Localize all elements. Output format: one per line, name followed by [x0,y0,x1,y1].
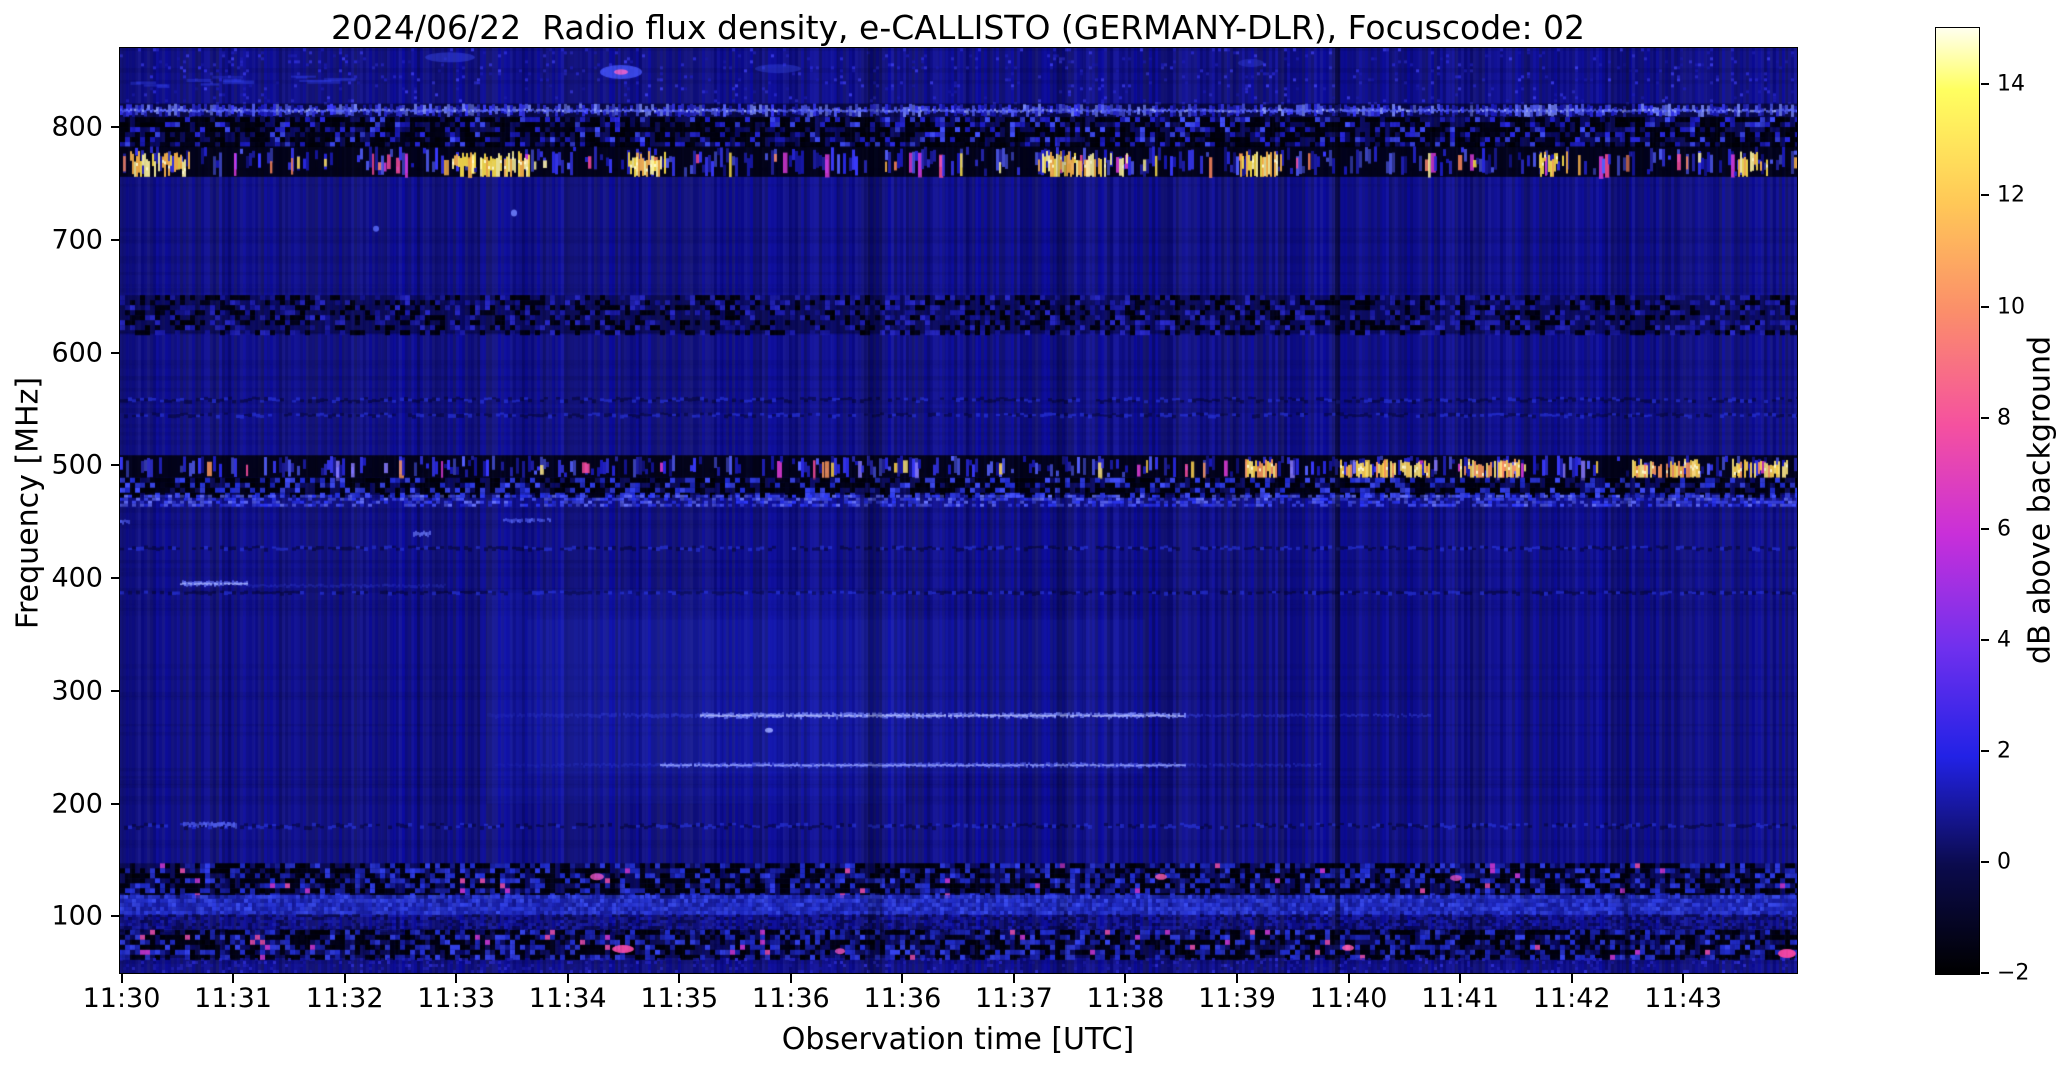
x-tick-label: 11:31 [194,983,272,1014]
x-tick-label: 11:30 [82,983,161,1014]
y-tick-label: 200 [51,788,103,820]
colorbar-tick-label: 12 [1997,182,2025,208]
y-tick-mark [111,464,120,467]
x-tick-mark [1570,974,1573,983]
x-tick-mark [455,974,458,983]
colorbar-tick-label: 14 [1997,71,2025,97]
y-tick-label: 300 [51,675,103,707]
x-tick-mark [566,974,569,983]
colorbar-tick-mark [1981,416,1989,419]
colorbar-tick-label: 10 [1997,294,2025,319]
y-tick-mark [111,351,120,354]
x-tick-mark [343,974,346,983]
x-axis-label: Observation time [UTC] [781,1022,1135,1057]
x-tick-mark [1124,974,1127,983]
colorbar-tick-label: 2 [1997,738,2011,764]
y-axis-label: Frequency [MHz] [10,376,46,630]
x-tick-mark [1236,974,1238,983]
y-tick-mark [111,915,120,918]
x-tick-label: 11:42 [1532,983,1611,1014]
y-tick-label: 800 [51,111,103,143]
x-tick-label: 11:34 [528,983,607,1014]
colorbar-tick-label: 0 [1997,849,2011,875]
colorbar-tick-mark [1981,638,1989,641]
x-tick-mark [678,974,681,983]
x-tick-mark [1347,974,1350,983]
x-tick-label: 11:36 [863,983,942,1014]
x-tick-mark [789,974,792,983]
colorbar-tick-mark [1981,750,1989,753]
x-tick-mark [120,974,123,983]
colorbar-tick-label: 6 [1997,516,2011,542]
colorbar-tick-mark [1981,861,1989,864]
y-tick-label: 100 [51,900,103,932]
x-tick-label: 11:32 [305,983,384,1014]
colorbar-tick-mark [1981,305,1989,308]
y-tick-label: 700 [51,224,103,256]
y-tick-mark [111,802,120,805]
colorbar-label: dB above background [2022,335,2058,665]
figure: 2024/06/22 Radio flux density, e-CALLIST… [0,0,2066,1067]
x-tick-label: 11:36 [751,983,830,1014]
colorbar-tick-label: −2 [1997,960,2030,986]
x-tick-mark [901,974,904,983]
spectrogram-canvas [120,48,1797,973]
y-tick-label: 600 [51,337,103,369]
y-tick-mark [111,689,120,692]
x-tick-mark [1459,974,1462,983]
x-tick-label: 11:38 [1086,983,1165,1014]
colorbar-tick-mark [1981,527,1989,530]
y-tick-mark [111,126,120,129]
y-tick-mark [111,238,120,241]
x-tick-label: 11:37 [974,983,1053,1014]
colorbar-tick-mark [1981,972,1989,975]
x-tick-label: 11:40 [1309,983,1388,1014]
colorbar-tick-mark [1981,83,1989,86]
x-tick-mark [232,974,235,983]
colorbar-tick-mark [1981,194,1989,197]
x-tick-label: 11:39 [1198,983,1276,1014]
x-tick-mark [1682,974,1685,983]
x-tick-mark [1012,974,1015,983]
chart-title: 2024/06/22 Radio flux density, e-CALLIST… [330,8,1586,47]
colorbar [1935,27,1980,975]
x-tick-label: 11:35 [640,983,719,1014]
y-tick-mark [111,577,120,580]
spectrogram-plot [119,47,1798,974]
x-tick-label: 11:43 [1644,983,1723,1014]
colorbar-tick-label: 4 [1997,627,2011,653]
colorbar-tick-label: 8 [1997,405,2011,431]
x-tick-label: 11:33 [417,983,496,1014]
x-tick-label: 11:41 [1421,983,1499,1014]
